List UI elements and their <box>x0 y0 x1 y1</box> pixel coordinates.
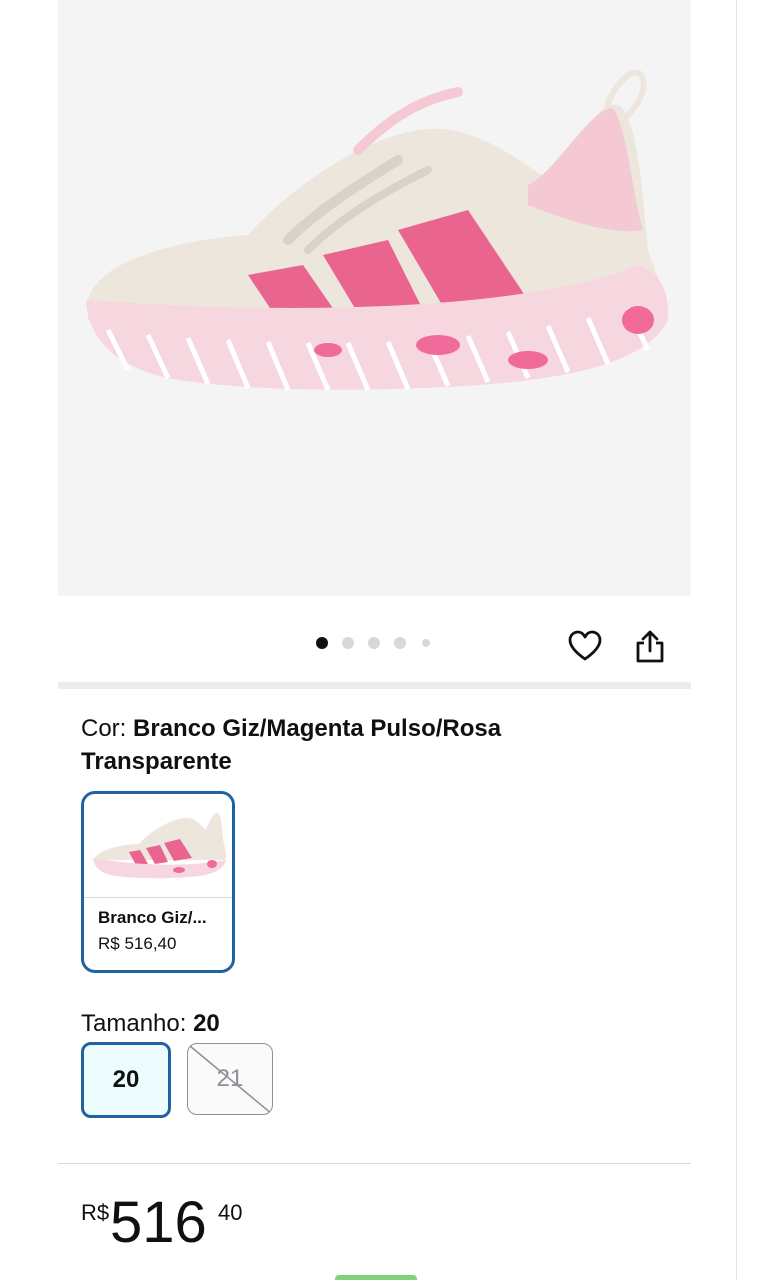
wishlist-button[interactable] <box>563 624 607 668</box>
swatch-thumbnail <box>84 794 232 898</box>
price-fraction: 40 <box>218 1200 243 1225</box>
product-image[interactable] <box>58 0 691 596</box>
size-value: 20 <box>193 1010 220 1037</box>
swatch-price: R$ 516,40 <box>98 934 177 953</box>
color-value: Branco Giz/Magenta Pulso/Rosa Transparen… <box>81 715 502 775</box>
color-swatch-selected[interactable]: Branco Giz/... R$ 516,40 <box>81 791 235 973</box>
section-divider <box>58 682 691 689</box>
scroll-edge-rail <box>736 0 737 1280</box>
carousel-dot-2[interactable] <box>342 637 354 649</box>
swatch-name: Branco Giz/... <box>98 908 207 927</box>
size-heading: Tamanho: 20 <box>81 1010 220 1038</box>
size-option-20[interactable]: 20 <box>81 1042 171 1118</box>
unavailable-strike-icon <box>189 1045 272 1114</box>
carousel-dot-3[interactable] <box>368 637 380 649</box>
color-label: Cor: <box>81 715 134 742</box>
size-option-label: 20 <box>112 1066 140 1093</box>
add-to-cart-button-peek[interactable] <box>335 1275 417 1280</box>
share-button[interactable] <box>628 624 672 668</box>
sneaker-thumbnail-image <box>93 812 227 879</box>
price-currency: R$ <box>81 1200 110 1225</box>
heart-icon <box>568 630 602 661</box>
price-whole: 516 <box>110 1190 207 1255</box>
size-label: Tamanho: <box>81 1010 194 1037</box>
price-divider <box>58 1163 691 1164</box>
size-option-21[interactable]: 21 <box>187 1043 273 1115</box>
carousel-dot-5[interactable] <box>422 639 430 647</box>
sneaker-illustration <box>86 69 669 391</box>
color-heading: Cor: Branco Giz/Magenta Pulso/Rosa Trans… <box>81 712 641 778</box>
carousel-dot-4[interactable] <box>394 637 406 649</box>
carousel-dot-1[interactable] <box>316 637 328 649</box>
image-carousel-bar <box>58 596 691 682</box>
share-icon <box>636 630 664 663</box>
